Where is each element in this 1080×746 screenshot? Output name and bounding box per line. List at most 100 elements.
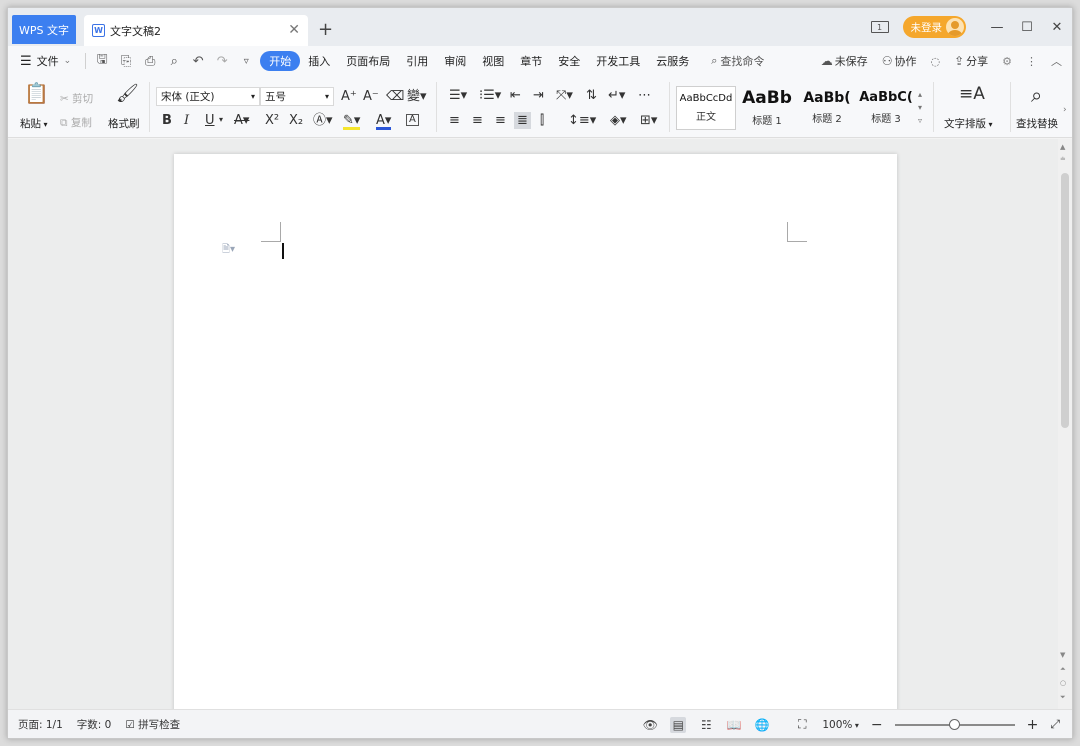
strikethrough-icon[interactable]: A▾ bbox=[234, 114, 249, 127]
file-menu[interactable]: ☰ 文件 ⌄ bbox=[20, 53, 71, 69]
format-painter-button[interactable]: 格式刷 bbox=[108, 116, 140, 131]
style-heading-1[interactable]: AaBb 标题 1 bbox=[738, 86, 796, 130]
reading-view-icon[interactable]: 📖 bbox=[726, 717, 742, 733]
collapse-ribbon-icon[interactable]: ︿ bbox=[1051, 53, 1062, 69]
highlight-icon[interactable]: ✎▾ bbox=[343, 114, 361, 130]
tab-start[interactable]: 开始 bbox=[260, 51, 301, 71]
shading-icon[interactable]: ◈▾ bbox=[610, 114, 627, 127]
justify-icon[interactable]: ≣ bbox=[514, 112, 531, 129]
font-color-icon[interactable]: A▾ bbox=[376, 114, 392, 130]
document-page[interactable]: 🗎▾ bbox=[174, 154, 897, 714]
style-normal[interactable]: AaBbCcDd 正文 bbox=[676, 86, 736, 130]
app-tab[interactable]: WPS 文字 bbox=[12, 15, 76, 44]
minimize-icon[interactable]: — bbox=[982, 20, 1012, 35]
chevron-down-icon[interactable]: ▾ bbox=[219, 116, 223, 124]
tab-chapter[interactable]: 章节 bbox=[512, 51, 550, 71]
grow-font-icon[interactable]: A⁺ bbox=[341, 90, 357, 103]
shrink-font-icon[interactable]: A⁻ bbox=[363, 90, 379, 103]
paste-button[interactable]: 粘贴 ▾ bbox=[20, 116, 48, 131]
more-icon[interactable]: ⋮ bbox=[1026, 55, 1037, 68]
font-name-select[interactable]: 宋体 (正文) ▾ bbox=[156, 87, 260, 106]
numbered-list-icon[interactable]: ⁝☰▾ bbox=[479, 89, 501, 102]
align-center-icon[interactable]: ≡ bbox=[472, 114, 483, 127]
save-icon[interactable]: 🖫 bbox=[92, 51, 112, 71]
print-preview-icon[interactable]: ⌕ bbox=[164, 51, 184, 71]
print-icon[interactable]: ⎙ bbox=[140, 51, 160, 71]
customize-toolbar-icon[interactable]: ▿ bbox=[236, 51, 256, 71]
new-tab-button[interactable]: + bbox=[318, 19, 333, 40]
subscript-button[interactable]: X₂ bbox=[289, 114, 303, 127]
zoom-select[interactable]: 100% ▾ bbox=[822, 719, 859, 731]
tab-security[interactable]: 安全 bbox=[550, 51, 588, 71]
distributed-icon[interactable]: ⫿ bbox=[540, 114, 544, 127]
unsaved-status[interactable]: ☁ 未保存 bbox=[821, 53, 868, 69]
align-left-icon[interactable]: ≡ bbox=[449, 114, 460, 127]
document-tab[interactable]: W 文字文稿2 ✕ bbox=[84, 15, 308, 46]
outline-view-icon[interactable]: ☷ bbox=[698, 717, 714, 733]
align-right-icon[interactable]: ≡ bbox=[495, 114, 506, 127]
share-button[interactable]: ⇪ 分享 bbox=[954, 53, 988, 69]
tab-cloud-services[interactable]: 云服务 bbox=[648, 51, 697, 71]
page-view-icon[interactable]: ▤ bbox=[670, 716, 687, 733]
decrease-indent-icon[interactable]: ⇤ bbox=[510, 89, 521, 102]
word-count[interactable]: 字数: 0 bbox=[77, 717, 112, 732]
italic-button[interactable]: I bbox=[184, 114, 189, 127]
vertical-scrollbar[interactable]: ▲ ≐ ▼ ⏶ ○ ⏷ bbox=[1058, 139, 1072, 711]
clear-format-icon[interactable]: ⌫ bbox=[386, 90, 404, 103]
phonetic-guide-icon[interactable]: 變▾ bbox=[407, 90, 427, 103]
char-border-icon[interactable]: A bbox=[406, 114, 419, 126]
zoom-out-icon[interactable]: − bbox=[871, 717, 883, 733]
font-size-select[interactable]: 五号 ▾ bbox=[260, 87, 334, 106]
find-icon[interactable]: ⌕ bbox=[1031, 85, 1042, 105]
cut-button[interactable]: ✂ 剪切 bbox=[60, 91, 93, 106]
spell-check-button[interactable]: ☑ 拼写检查 bbox=[125, 717, 180, 732]
prev-page-icon[interactable]: ⏶ bbox=[1060, 665, 1066, 674]
eye-protection-icon[interactable]: 👁 bbox=[642, 717, 658, 733]
close-tab-icon[interactable]: ✕ bbox=[288, 22, 300, 38]
borders-icon[interactable]: ⊞▾ bbox=[640, 114, 657, 127]
paragraph-menu-icon[interactable]: 🗎▾ bbox=[222, 242, 235, 259]
show-marks-icon[interactable]: ↵▾ bbox=[608, 89, 625, 102]
find-replace-button[interactable]: 查找替换 bbox=[1016, 116, 1058, 131]
tab-insert[interactable]: 插入 bbox=[300, 51, 338, 71]
scroll-down-icon[interactable]: ▼ bbox=[1060, 651, 1065, 659]
zoom-slider[interactable] bbox=[894, 718, 1015, 730]
export-pdf-icon[interactable]: ⎘ bbox=[116, 51, 136, 71]
scroll-up-icon[interactable]: ▲ bbox=[1060, 143, 1065, 151]
zoom-slider-knob[interactable] bbox=[948, 718, 960, 730]
styles-scroll-icon[interactable]: ▴ ▾ ▿ bbox=[918, 88, 922, 127]
web-view-icon[interactable]: 🌐 bbox=[754, 717, 770, 733]
window-layout-icon[interactable]: 1 bbox=[870, 21, 889, 33]
redo-icon[interactable]: ↷ bbox=[212, 51, 232, 71]
format-painter-icon[interactable]: 🖌 bbox=[116, 85, 139, 103]
login-button[interactable]: 未登录 bbox=[902, 16, 966, 38]
paste-icon[interactable]: 📋 bbox=[24, 83, 49, 103]
scroll-top-icon[interactable]: ≐ bbox=[1060, 155, 1066, 163]
tab-page-layout[interactable]: 页面布局 bbox=[338, 51, 398, 71]
comment-icon[interactable]: ◌ bbox=[930, 55, 940, 68]
page-count[interactable]: 页面: 1/1 bbox=[18, 717, 63, 732]
chinese-layout-icon[interactable]: ⤧▾ bbox=[556, 89, 573, 102]
style-heading-2[interactable]: AaBb( 标题 2 bbox=[798, 86, 856, 130]
maximize-icon[interactable]: ☐ bbox=[1012, 20, 1042, 35]
tab-references[interactable]: 引用 bbox=[398, 51, 436, 71]
fullscreen-icon[interactable]: ⤢ bbox=[1050, 717, 1060, 732]
increase-indent-icon[interactable]: ⇥ bbox=[533, 89, 544, 102]
collab-button[interactable]: ⚇ 协作 bbox=[882, 53, 917, 69]
select-browse-icon[interactable]: ○ bbox=[1060, 679, 1066, 687]
text-layout-button[interactable]: 文字排版 ▾ bbox=[944, 116, 993, 131]
bullet-list-icon[interactable]: ☰▾ bbox=[449, 89, 467, 102]
settings-icon[interactable]: ⚙ bbox=[1002, 55, 1012, 68]
ribbon-scroll-right-icon[interactable]: › bbox=[1063, 106, 1067, 115]
line-spacing-icon[interactable]: ↕≡▾ bbox=[568, 114, 596, 127]
next-page-icon[interactable]: ⏷ bbox=[1060, 693, 1066, 702]
scroll-thumb[interactable] bbox=[1061, 173, 1069, 428]
tab-view[interactable]: 视图 bbox=[474, 51, 512, 71]
close-window-icon[interactable]: ✕ bbox=[1042, 20, 1072, 35]
undo-icon[interactable]: ↶ bbox=[188, 51, 208, 71]
zoom-in-icon[interactable]: + bbox=[1027, 717, 1039, 733]
underline-button[interactable]: U bbox=[205, 114, 215, 127]
search-command[interactable]: ⌕ 查找命令 bbox=[711, 53, 764, 69]
fit-page-icon[interactable]: ⛶ bbox=[794, 717, 810, 733]
copy-button[interactable]: ⧉ 复制 bbox=[60, 115, 92, 130]
